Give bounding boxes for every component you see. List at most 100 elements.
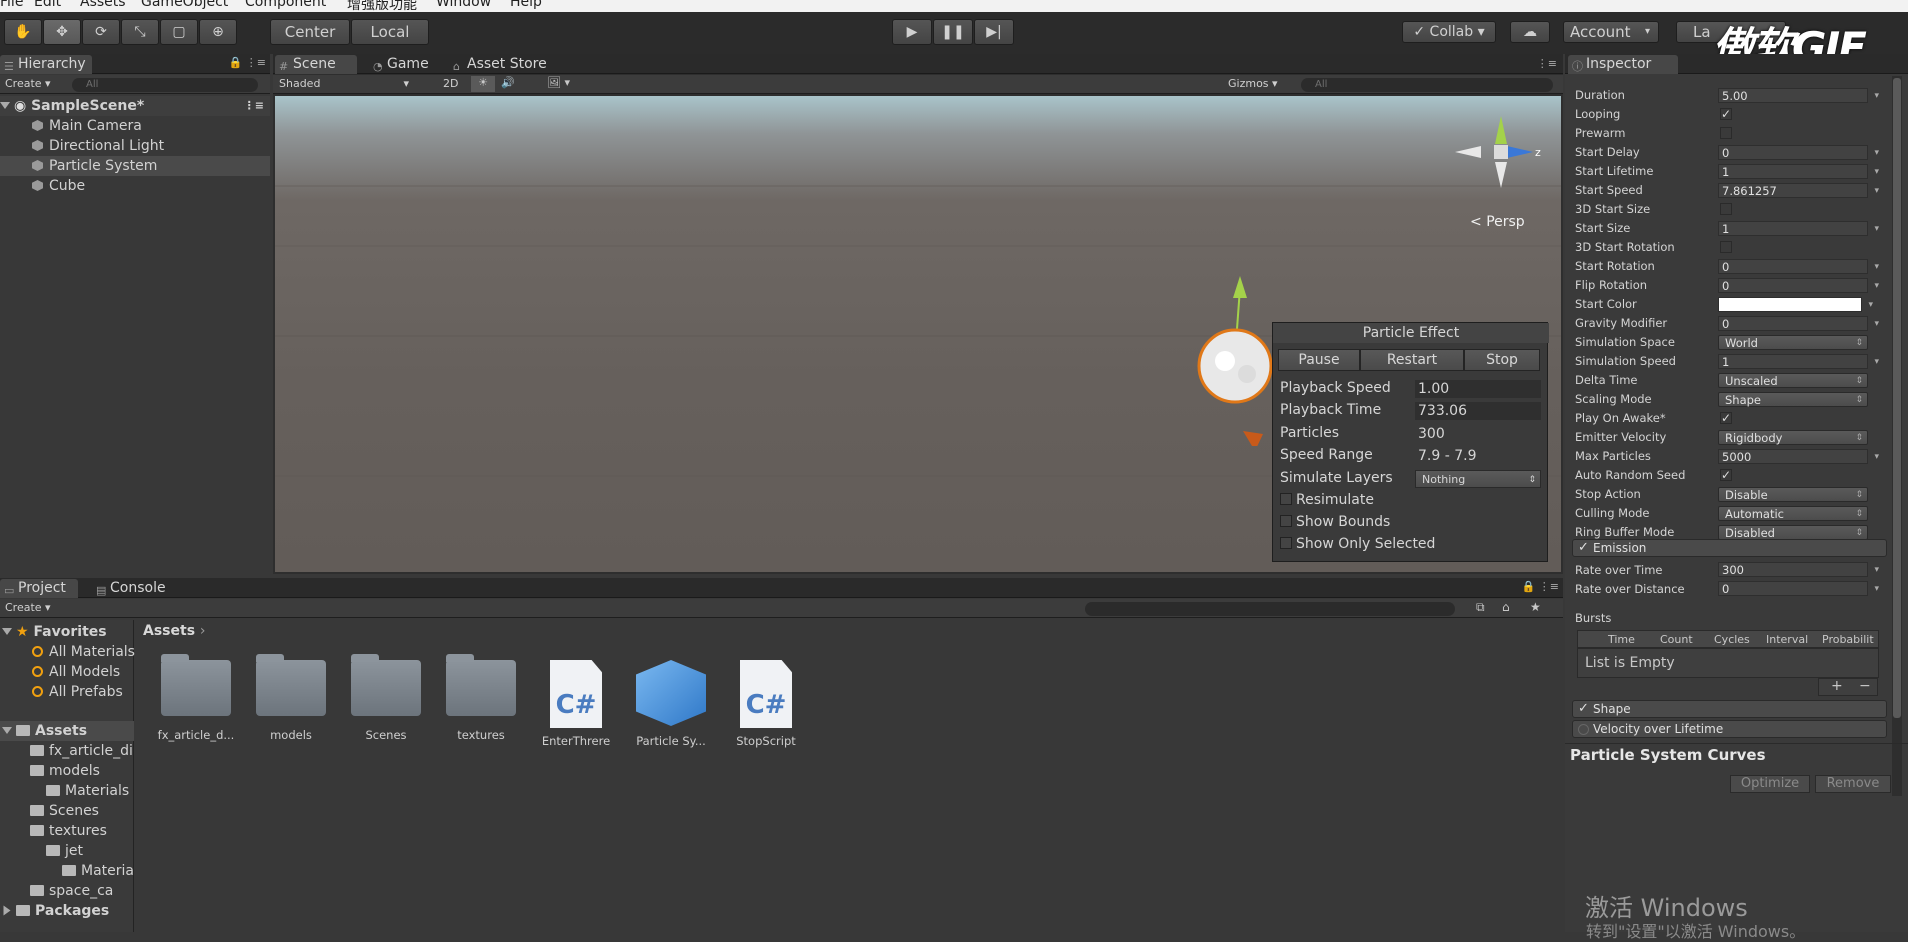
menu-edit[interactable]: Edit <box>34 0 61 10</box>
menu-file[interactable]: File <box>0 0 23 10</box>
x-axis-handle[interactable] <box>1243 431 1263 446</box>
menu-window[interactable]: Window <box>436 0 491 10</box>
remove-burst-button[interactable]: − <box>1859 678 1871 694</box>
pivot-local-button[interactable]: Local <box>351 19 429 45</box>
rotate-tool-icon[interactable]: ⟳ <box>82 19 120 45</box>
inspector-scrollbar[interactable] <box>1892 76 1902 796</box>
dropdown-arrow-icon[interactable]: ▾ <box>1874 165 1879 180</box>
inspector-prop-dropdown[interactable]: World ⇕ <box>1718 335 1868 350</box>
dropdown-arrows-icon[interactable]: ⇕ <box>1855 488 1863 503</box>
restart-button[interactable]: Restart <box>1360 349 1464 371</box>
account-button[interactable]: Account ▾ <box>1563 21 1659 43</box>
audio-toggle-icon[interactable]: 🔊 <box>501 76 515 89</box>
tab-console[interactable]: ▤ Console <box>92 579 182 598</box>
tree-item[interactable]: Materials <box>46 781 144 801</box>
dropdown-arrows-icon[interactable]: ⇕ <box>1855 507 1863 522</box>
stop-button[interactable]: Stop <box>1464 349 1540 371</box>
tab-game[interactable]: ◔ Game <box>369 55 449 74</box>
favorites-row[interactable]: ★ Favorites <box>2 622 107 642</box>
inspector-prop-checkbox[interactable] <box>1720 203 1732 215</box>
lighting-toggle-icon[interactable]: ☀ <box>471 76 495 92</box>
pivot-center-button[interactable]: Center <box>270 19 350 45</box>
scrollbar-thumb[interactable] <box>1893 78 1901 718</box>
dropdown-arrow-icon[interactable]: ▾ <box>1874 582 1879 597</box>
start-color-swatch[interactable]: ▾ <box>1718 297 1873 312</box>
resimulate-checkbox[interactable]: Resimulate <box>1280 492 1374 508</box>
asset-item[interactable]: models <box>251 654 331 742</box>
inspector-prop-dropdown[interactable]: Shape ⇕ <box>1718 392 1868 407</box>
move-gizmo[interactable] <box>1125 276 1295 446</box>
tab-project[interactable]: ▭ Project <box>0 579 78 598</box>
step-icon[interactable]: ▶| <box>974 19 1014 45</box>
transform-tool-icon[interactable]: ⊕ <box>199 19 237 45</box>
inspector-prop-dropdown[interactable]: Automatic ⇕ <box>1718 506 1868 521</box>
play-icon[interactable]: ▶ <box>892 19 932 45</box>
inspector-prop-field[interactable]: 0 ▾ <box>1718 259 1879 274</box>
gizmo-x-icon[interactable] <box>1455 146 1481 158</box>
tab-scene[interactable]: # Scene <box>275 55 357 74</box>
asset-item[interactable]: Particle Sy... <box>631 660 711 748</box>
hierarchy-create-button[interactable]: Create ▾ <box>5 77 51 90</box>
asset-item[interactable]: textures <box>441 654 521 742</box>
inspector-prop-checkbox[interactable]: ✓ <box>1720 108 1732 120</box>
hierarchy-item-particle-system[interactable]: Particle System <box>0 156 270 176</box>
inspector-prop-dropdown[interactable]: Rigidbody ⇕ <box>1718 430 1868 445</box>
dropdown-arrow-icon[interactable]: ▾ <box>1874 260 1879 275</box>
inspector-prop-dropdown[interactable]: Unscaled ⇕ <box>1718 373 1868 388</box>
filter-type-icon[interactable]: ⧉ <box>1476 600 1485 615</box>
project-search-input[interactable] <box>1085 602 1455 616</box>
dropdown-arrow-icon[interactable]: ▾ <box>1874 355 1879 370</box>
tree-item[interactable]: models <box>30 761 144 781</box>
packages-row[interactable]: Packages <box>2 901 109 921</box>
persp-label[interactable]: < Persp <box>1470 214 1525 230</box>
hierarchy-search-input[interactable]: All <box>72 78 258 92</box>
shading-mode-dropdown[interactable]: Shaded ▾ <box>279 77 429 90</box>
dropdown-arrow-icon[interactable]: ▾ <box>1874 184 1879 199</box>
dropdown-arrows-icon[interactable]: ⇕ <box>1855 374 1863 389</box>
move-tool-icon[interactable]: ✥ <box>43 19 81 45</box>
inspector-prop-checkbox[interactable] <box>1720 127 1732 139</box>
orientation-gizmo[interactable]: z <box>1455 116 1545 216</box>
velocity-module-header[interactable]: Velocity over Lifetime <box>1572 720 1887 738</box>
asset-item[interactable]: fx_article_d... <box>156 654 236 742</box>
dropdown-arrow-icon[interactable]: ▾ <box>1874 146 1879 161</box>
gizmo-z-icon[interactable] <box>1507 146 1533 158</box>
menu-help[interactable]: Help <box>510 0 542 10</box>
inspector-prop-field[interactable]: 0 ▾ <box>1718 278 1879 293</box>
dropdown-arrow-icon[interactable]: ▾ <box>1874 222 1879 237</box>
tree-item[interactable]: textures <box>30 821 144 841</box>
gizmos-dropdown[interactable]: Gizmos ▾ <box>1228 77 1278 90</box>
inspector-prop-field[interactable]: 1 ▾ <box>1718 164 1879 179</box>
tree-item[interactable]: Materia <box>62 861 144 881</box>
dropdown-arrow-icon[interactable]: ▾ <box>1874 317 1879 332</box>
tree-item[interactable]: Scenes <box>30 801 144 821</box>
favorite-star-icon[interactable]: ★ <box>1530 600 1541 614</box>
tab-hierarchy[interactable]: ☰ Hierarchy <box>0 55 92 74</box>
scene-menu-icon[interactable]: ⋮≡ <box>244 96 264 116</box>
inspector-prop-dropdown[interactable]: Disabled ⇕ <box>1718 525 1868 540</box>
scene-root-row[interactable]: ◉ SampleScene* ⋮≡ <box>0 96 270 116</box>
breadcrumb[interactable]: Assets › <box>143 623 206 639</box>
show-bounds-checkbox[interactable]: Show Bounds <box>1280 514 1390 530</box>
tree-item[interactable]: fx_article_di <box>30 741 144 761</box>
hand-tool-icon[interactable]: ✋ <box>4 19 42 45</box>
inspector-prop-field[interactable]: 5.00 ▾ <box>1718 88 1879 103</box>
remove-curves-button[interactable]: Remove <box>1815 775 1891 793</box>
gizmo-y-icon[interactable] <box>1495 116 1507 144</box>
scene-search-input[interactable]: All <box>1301 78 1553 92</box>
dropdown-arrow-icon[interactable]: ▾ <box>1874 89 1879 104</box>
project-menu-icon[interactable]: 🔒 ⋮≡ <box>1522 580 1559 593</box>
lock-menu-icon[interactable]: 🔒 ⋮≡ <box>229 56 266 69</box>
dropdown-arrow-icon[interactable]: ▾ <box>1874 563 1879 578</box>
rate-over-distance-field[interactable]: 0 ▾ <box>1718 581 1879 596</box>
menu-component[interactable]: Component <box>245 0 326 10</box>
inspector-prop-field[interactable]: 0 ▾ <box>1718 316 1879 331</box>
playback-time-field[interactable]: 733.06 <box>1415 402 1541 420</box>
menu-gameobject[interactable]: GameObject <box>141 0 228 10</box>
optimize-button[interactable]: Optimize <box>1730 775 1810 793</box>
effects-toggle-icon[interactable]: 🖼 ▾ <box>547 76 570 89</box>
scale-tool-icon[interactable]: ⤡ <box>121 19 159 45</box>
playback-speed-field[interactable]: 1.00 <box>1415 380 1541 398</box>
fav-all-materials[interactable]: All Materials <box>32 642 135 662</box>
pause-button[interactable]: Pause <box>1278 349 1360 371</box>
